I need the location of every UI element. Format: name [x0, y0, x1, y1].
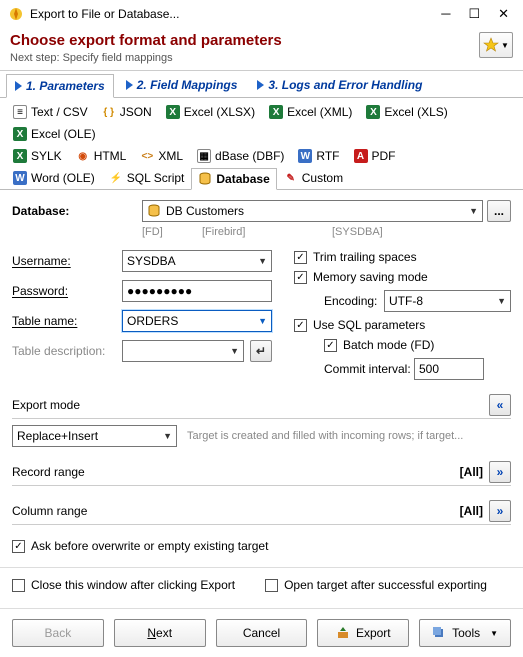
username-combo[interactable]: SYSDBA▼ [122, 250, 272, 272]
database-browse-button[interactable]: ... [487, 200, 511, 222]
username-label: Username: [12, 254, 122, 268]
database-icon [147, 204, 161, 218]
record-range-expand-button[interactable]: » [489, 461, 511, 483]
format-html[interactable]: ◉HTML [69, 145, 134, 167]
format-excel-xml[interactable]: XExcel (XML) [262, 101, 359, 123]
star-icon [483, 37, 499, 53]
column-range-value: [All] [460, 504, 483, 518]
open-after-export-checkbox[interactable]: Open target after successful exporting [265, 578, 487, 592]
export-mode-combo[interactable]: Replace+Insert▼ [12, 425, 177, 447]
format-text-csv[interactable]: ≡Text / CSV [6, 101, 95, 123]
format-sylk[interactable]: XSYLK [6, 145, 69, 167]
close-after-export-checkbox[interactable]: Close this window after clicking Export [12, 578, 235, 592]
tabledesc-combo[interactable]: ▼ [122, 340, 244, 362]
export-mode-collapse-button[interactable]: « [489, 394, 511, 416]
tab-logs[interactable]: 3. Logs and Error Handling [249, 73, 430, 97]
column-range-expand-button[interactable]: » [489, 500, 511, 522]
format-word-ole[interactable]: WWord (OLE) [6, 167, 102, 189]
format-dbf[interactable]: ▦dBase (DBF) [190, 145, 291, 167]
page-title: Choose export format and parameters [10, 32, 479, 49]
export-mode-label: Export mode [12, 398, 80, 412]
back-button: Back [12, 619, 104, 647]
db-meta-sysdba: [SYSDBA] [332, 226, 383, 238]
batch-mode-checkbox[interactable]: ✓Batch mode (FD) [324, 338, 511, 352]
maximize-button[interactable]: ☐ [468, 6, 480, 22]
password-input[interactable]: ●●●●●●●●● [122, 280, 272, 302]
format-json[interactable]: { }JSON [95, 101, 159, 123]
database-combo[interactable]: DB Customers ▼ [142, 200, 483, 222]
app-icon [8, 6, 24, 22]
format-database[interactable]: Database [191, 168, 276, 190]
tab-parameters[interactable]: 1. Parameters [6, 74, 114, 98]
commit-interval-label: Commit interval: [294, 362, 414, 376]
page-subtitle: Next step: Specify field mappings [10, 52, 479, 64]
format-xml[interactable]: <>XML [133, 145, 190, 167]
tab-field-mappings[interactable]: 2. Field Mappings [118, 73, 246, 97]
password-label: Password: [12, 284, 122, 298]
database-label: Database: [12, 204, 142, 218]
database-icon [198, 172, 212, 186]
format-rtf[interactable]: WRTF [291, 145, 346, 167]
tools-icon [432, 626, 446, 640]
close-button[interactable]: ✕ [498, 6, 509, 22]
record-range-label: Record range [12, 465, 85, 479]
format-xlsx[interactable]: XExcel (XLSX) [159, 101, 262, 123]
tools-button[interactable]: Tools▼ [419, 619, 511, 647]
format-sql[interactable]: ⚡SQL Script [102, 167, 192, 189]
tablename-combo[interactable]: ORDERS▼ [122, 310, 272, 332]
tabledesc-label: Table description: [12, 344, 122, 358]
format-xls[interactable]: XExcel (XLS) [359, 101, 454, 123]
window-title: Export to File or Database... [30, 7, 441, 21]
encoding-combo[interactable]: UTF-8▼ [384, 290, 511, 312]
format-pdf[interactable]: APDF [347, 145, 403, 167]
commit-interval-input[interactable]: 500 [414, 358, 484, 380]
trim-spaces-checkbox[interactable]: ✓Trim trailing spaces [294, 250, 511, 264]
favorites-button[interactable]: ▼ [479, 32, 513, 58]
column-range-label: Column range [12, 504, 87, 518]
format-custom[interactable]: ✎Custom [277, 167, 350, 189]
record-range-value: [All] [460, 465, 483, 479]
arrow-right-icon [257, 80, 264, 90]
encoding-label: Encoding: [294, 294, 384, 308]
export-button[interactable]: Export [317, 619, 409, 647]
memory-saving-checkbox[interactable]: ✓Memory saving mode [294, 270, 511, 284]
use-sql-params-checkbox[interactable]: ✓Use SQL parameters [294, 318, 511, 332]
cancel-button[interactable]: Cancel [216, 619, 308, 647]
ask-overwrite-checkbox[interactable]: ✓Ask before overwrite or empty existing … [12, 539, 511, 553]
minimize-button[interactable]: ─ [441, 6, 450, 22]
arrow-right-icon [126, 80, 133, 90]
db-meta-fd: [FD] [142, 226, 202, 238]
tabledesc-action-button[interactable]: ↵ [250, 340, 272, 362]
db-meta-firebird: [Firebird] [202, 226, 332, 238]
export-mode-desc: Target is created and filled with incomi… [187, 430, 511, 442]
export-icon [336, 626, 350, 640]
next-button[interactable]: Next [114, 619, 206, 647]
arrow-right-icon [15, 81, 22, 91]
format-excel-ole[interactable]: XExcel (OLE) [6, 123, 103, 145]
tablename-label: Table name: [12, 314, 122, 328]
